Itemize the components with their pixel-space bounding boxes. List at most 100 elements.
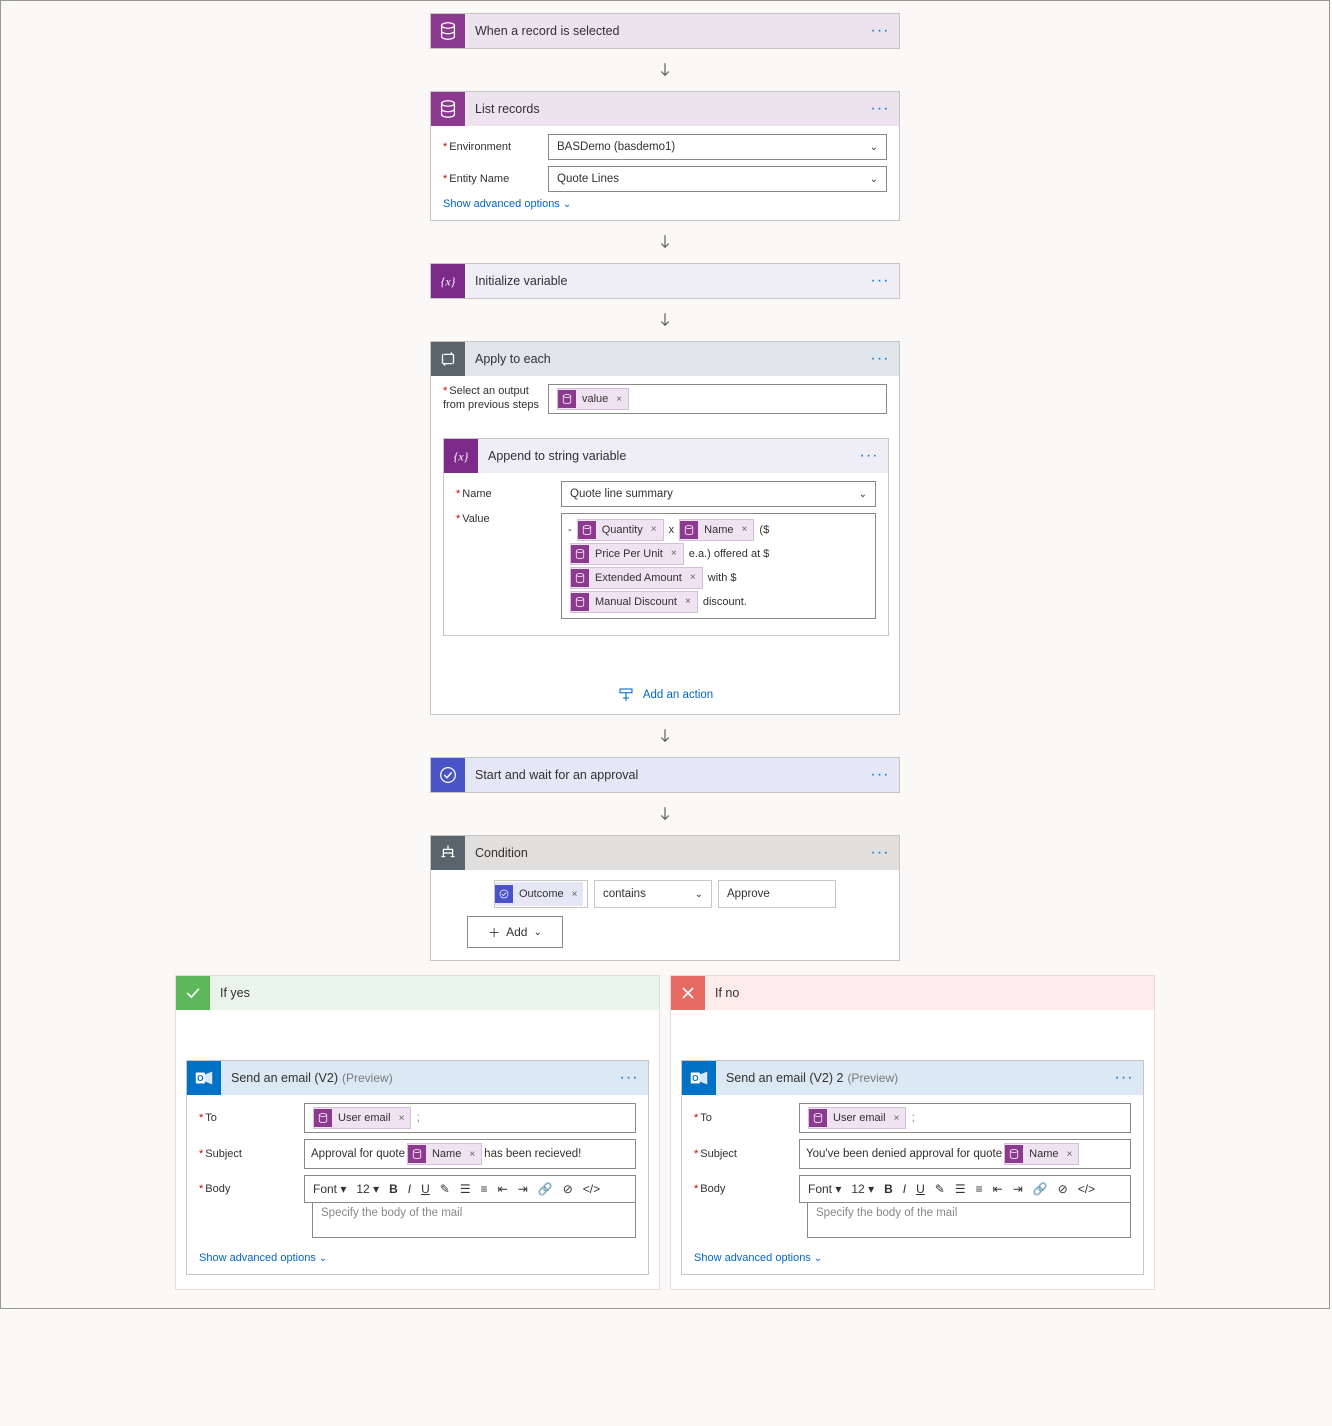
- if-yes-branch: If yes Send an email (V2)(Preview) ··· T…: [175, 975, 660, 1290]
- approval-icon: [431, 758, 465, 792]
- price-per-unit-token[interactable]: Price Per Unit×: [570, 543, 684, 565]
- size-dropdown[interactable]: 12 ▾: [849, 1182, 876, 1196]
- approval-card[interactable]: Start and wait for an approval ···: [430, 757, 900, 793]
- menu-button[interactable]: ···: [865, 766, 895, 784]
- menu-button[interactable]: ···: [614, 1069, 644, 1087]
- database-icon: [431, 14, 465, 48]
- remove-token-button[interactable]: ×: [688, 567, 702, 589]
- send-email-yes-card[interactable]: Send an email (V2)(Preview) ··· To User …: [186, 1060, 649, 1275]
- operator-dropdown[interactable]: contains⌄: [594, 880, 712, 908]
- size-dropdown[interactable]: 12 ▾: [354, 1182, 381, 1196]
- font-dropdown[interactable]: Font ▾: [311, 1182, 348, 1196]
- indent-button[interactable]: ⇥: [516, 1182, 530, 1196]
- initialize-variable-card[interactable]: Initialize variable ···: [430, 263, 900, 299]
- condition-value-input[interactable]: Approve: [718, 880, 836, 908]
- code-view-button[interactable]: </>: [1076, 1182, 1097, 1196]
- trigger-title: When a record is selected: [465, 24, 865, 38]
- underline-button[interactable]: U: [419, 1182, 432, 1196]
- rich-text-toolbar[interactable]: Font ▾ 12 ▾ B I U ✎ ☰ ≡ ⇤ ⇥ 🔗: [799, 1175, 1131, 1203]
- name-token[interactable]: Name×: [1004, 1143, 1079, 1165]
- outcome-token-field[interactable]: Outcome ×: [494, 880, 588, 908]
- to-label: To: [694, 1112, 799, 1124]
- subject-input[interactable]: You've been denied approval for quote Na…: [799, 1139, 1131, 1169]
- menu-button[interactable]: ···: [865, 350, 895, 368]
- value-token[interactable]: value ×: [557, 388, 629, 410]
- manual-discount-token[interactable]: Manual Discount×: [570, 591, 698, 613]
- remove-token-button[interactable]: ×: [570, 889, 584, 900]
- extended-amount-token[interactable]: Extended Amount×: [570, 567, 703, 589]
- show-advanced-link[interactable]: Show advanced options ⌄: [694, 1252, 1131, 1264]
- outlook-icon: [187, 1061, 221, 1095]
- outdent-button[interactable]: ⇤: [991, 1182, 1005, 1196]
- condition-card[interactable]: Condition ··· Outcome × contains⌄ Approv…: [430, 835, 900, 961]
- value-input[interactable]: - Quantity× x Name× ($ Price Per Unit× e…: [561, 513, 876, 619]
- apply-to-each-card[interactable]: Apply to each ··· Select an output from …: [430, 341, 900, 715]
- remove-token-button[interactable]: ×: [683, 591, 697, 613]
- menu-button[interactable]: ···: [865, 100, 895, 118]
- show-advanced-link[interactable]: Show advanced options ⌄: [199, 1252, 636, 1264]
- send-email-no-card[interactable]: Send an email (V2) 2(Preview) ··· To Use…: [681, 1060, 1144, 1275]
- remove-token-button[interactable]: ×: [1065, 1149, 1079, 1160]
- user-email-token[interactable]: User email×: [313, 1107, 411, 1129]
- remove-token-button[interactable]: ×: [669, 543, 683, 565]
- list-records-card[interactable]: List records ··· Environment BASDemo (ba…: [430, 91, 900, 221]
- menu-button[interactable]: ···: [865, 844, 895, 862]
- to-input[interactable]: User email× ;: [799, 1103, 1131, 1133]
- user-email-token[interactable]: User email×: [808, 1107, 906, 1129]
- remove-token-button[interactable]: ×: [614, 394, 628, 405]
- append-string-card[interactable]: Append to string variable ··· Name Quote…: [443, 438, 889, 636]
- font-dropdown[interactable]: Font ▾: [806, 1182, 843, 1196]
- bullet-list-button[interactable]: ☰: [953, 1182, 968, 1196]
- bullet-list-button[interactable]: ☰: [458, 1182, 473, 1196]
- link-button[interactable]: 🔗: [536, 1182, 555, 1196]
- link-button[interactable]: 🔗: [1031, 1182, 1050, 1196]
- subject-input[interactable]: Approval for quote Name× has been reciev…: [304, 1139, 636, 1169]
- remove-token-button[interactable]: ×: [740, 519, 754, 541]
- rich-text-toolbar[interactable]: Font ▾ 12 ▾ B I U ✎ ☰ ≡ ⇤ ⇥ 🔗: [304, 1175, 636, 1203]
- menu-button[interactable]: ···: [865, 22, 895, 40]
- trigger-card[interactable]: When a record is selected ···: [430, 13, 900, 49]
- unlink-button[interactable]: ⊘: [561, 1182, 575, 1196]
- number-list-button[interactable]: ≡: [479, 1182, 490, 1196]
- menu-button[interactable]: ···: [865, 272, 895, 290]
- remove-token-button[interactable]: ×: [649, 519, 663, 541]
- check-icon: [176, 976, 210, 1010]
- value-label: Value: [456, 513, 561, 525]
- number-list-button[interactable]: ≡: [974, 1182, 985, 1196]
- name-token[interactable]: Name×: [679, 519, 754, 541]
- code-view-button[interactable]: </>: [581, 1182, 602, 1196]
- outlook-icon: [682, 1061, 716, 1095]
- bold-button[interactable]: B: [387, 1182, 400, 1196]
- quantity-token[interactable]: Quantity×: [577, 519, 664, 541]
- select-output-input[interactable]: value ×: [548, 384, 887, 414]
- name-dropdown[interactable]: Quote line summary⌄: [561, 481, 876, 507]
- underline-button[interactable]: U: [914, 1182, 927, 1196]
- entity-name-dropdown[interactable]: Quote Lines⌄: [548, 166, 887, 192]
- indent-button[interactable]: ⇥: [1011, 1182, 1025, 1196]
- outdent-button[interactable]: ⇤: [496, 1182, 510, 1196]
- approval-icon: [495, 885, 513, 903]
- body-input[interactable]: Specify the body of the mail: [807, 1203, 1131, 1238]
- unlink-button[interactable]: ⊘: [1056, 1182, 1070, 1196]
- italic-button[interactable]: I: [406, 1182, 413, 1196]
- remove-token-button[interactable]: ×: [467, 1149, 481, 1160]
- to-input[interactable]: User email× ;: [304, 1103, 636, 1133]
- remove-token-button[interactable]: ×: [892, 1113, 906, 1124]
- menu-button[interactable]: ···: [854, 447, 884, 465]
- show-advanced-link[interactable]: Show advanced options ⌄: [443, 198, 887, 210]
- italic-button[interactable]: I: [901, 1182, 908, 1196]
- body-input[interactable]: Specify the body of the mail: [312, 1203, 636, 1238]
- variable-icon: [431, 264, 465, 298]
- name-token[interactable]: Name×: [407, 1143, 482, 1165]
- environment-dropdown[interactable]: BASDemo (basdemo1)⌄: [548, 134, 887, 160]
- close-icon: [671, 976, 705, 1010]
- add-condition-button[interactable]: ＋ Add ⌄: [467, 916, 563, 948]
- add-action-button[interactable]: Add an action: [443, 676, 887, 704]
- chevron-down-icon: ⌄: [859, 489, 867, 500]
- highlight-button[interactable]: ✎: [933, 1182, 947, 1196]
- bold-button[interactable]: B: [882, 1182, 895, 1196]
- highlight-button[interactable]: ✎: [438, 1182, 452, 1196]
- remove-token-button[interactable]: ×: [397, 1113, 411, 1124]
- database-icon: [558, 390, 576, 408]
- menu-button[interactable]: ···: [1109, 1069, 1139, 1087]
